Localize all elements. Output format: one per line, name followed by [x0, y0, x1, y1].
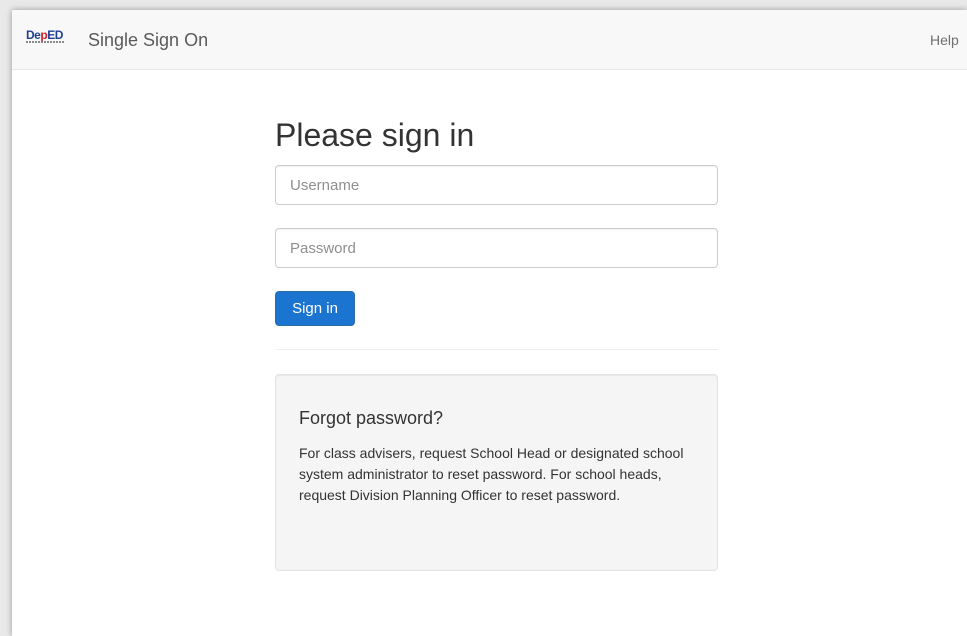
top-navbar: DepED Single Sign On Help — [12, 10, 967, 70]
form-divider — [275, 349, 718, 350]
browser-page: DepED Single Sign On Help Please sign in… — [12, 10, 967, 636]
password-input[interactable] — [275, 228, 718, 268]
deped-logo[interactable]: DepED — [26, 28, 64, 48]
deped-logo-wordmark: DepED — [26, 28, 63, 42]
brand-title[interactable]: Single Sign On — [88, 30, 208, 50]
sign-in-button[interactable]: Sign in — [275, 291, 355, 326]
forgot-password-panel: Forgot password? For class advisers, req… — [275, 374, 718, 571]
username-input[interactable] — [275, 165, 718, 205]
help-link[interactable]: Help — [930, 31, 959, 49]
logo-tagline-mark — [26, 41, 64, 43]
forgot-password-instructions: For class advisers, request School Head … — [299, 445, 684, 503]
page-title: Please sign in — [275, 117, 475, 153]
forgot-password-title: Forgot password? — [299, 408, 444, 428]
screen-background: DepED Single Sign On Help Please sign in… — [0, 0, 967, 636]
